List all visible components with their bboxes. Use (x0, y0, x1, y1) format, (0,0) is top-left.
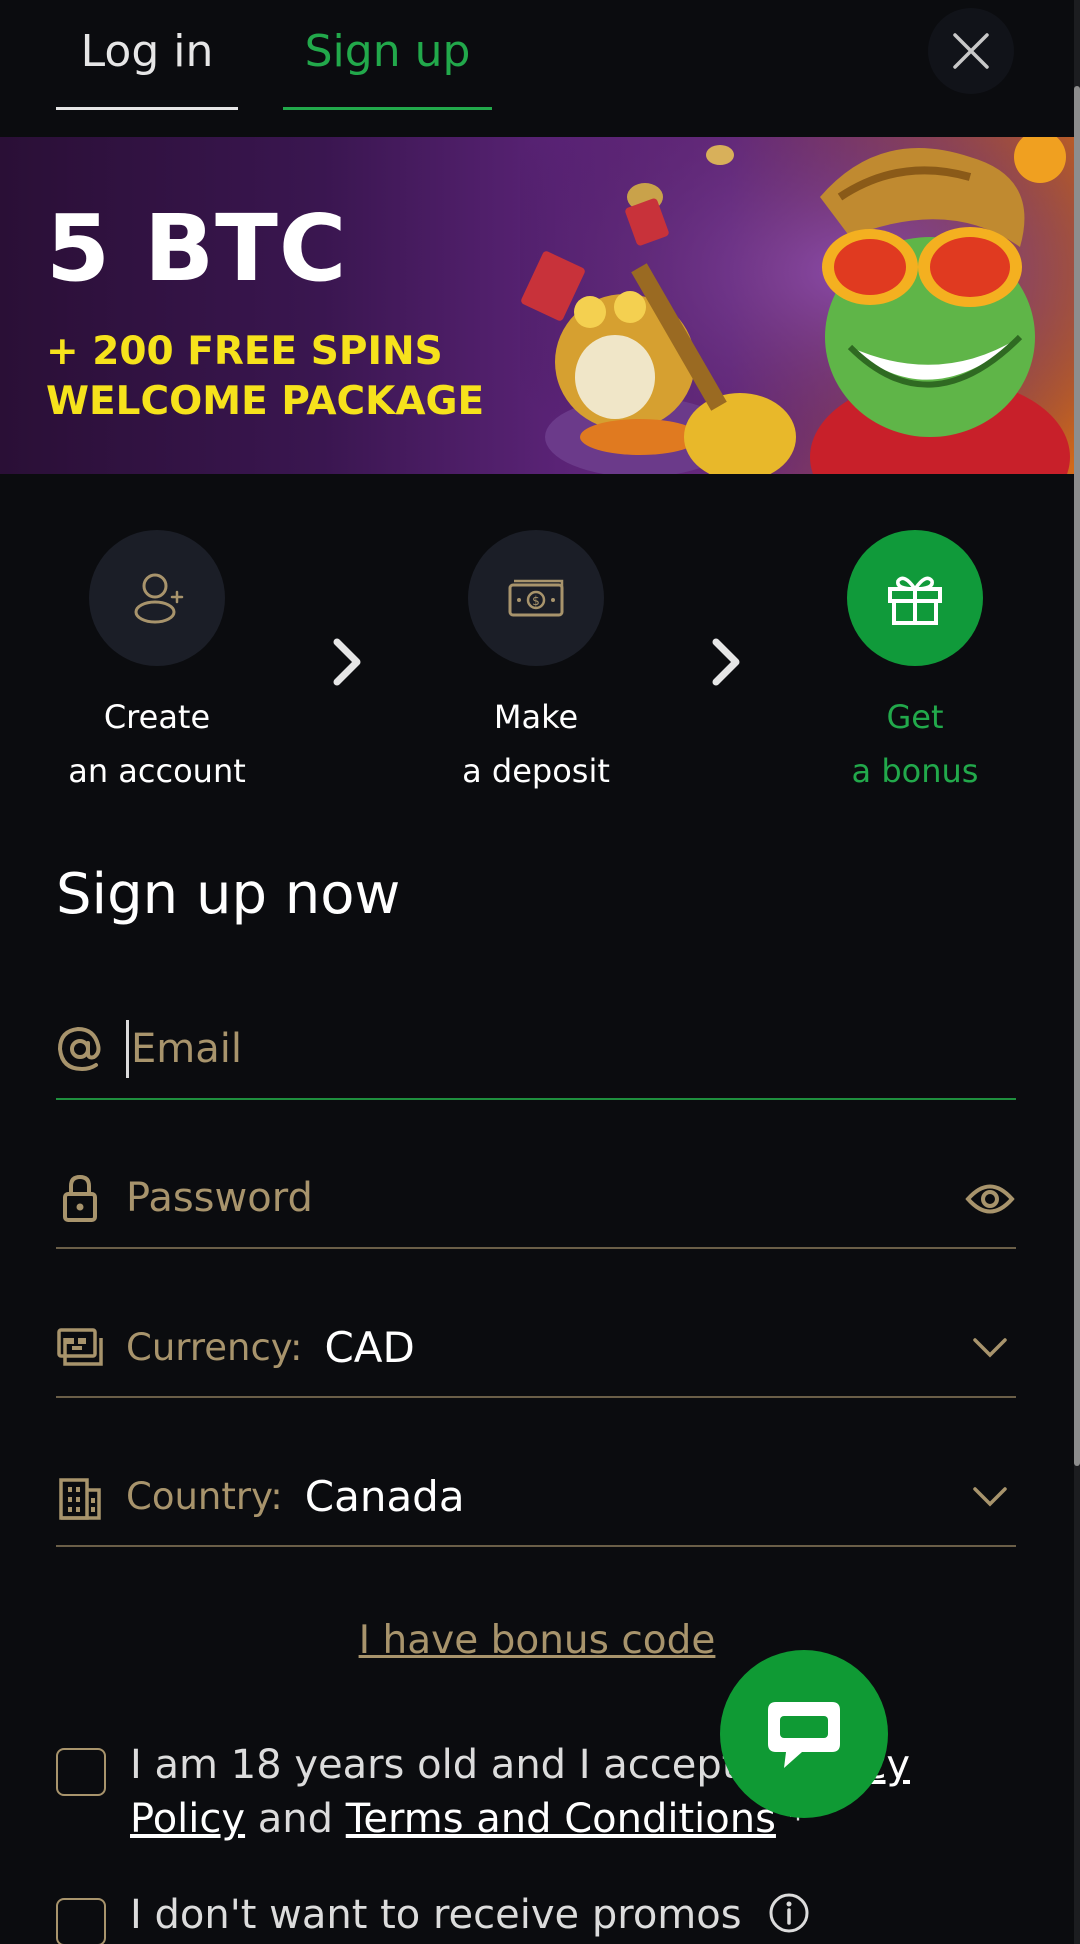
building-icon (56, 1472, 104, 1520)
currency-value: CAD (324, 1322, 415, 1372)
country-value: Canada (304, 1471, 465, 1521)
step-circle (847, 530, 983, 666)
step-label: Get a bonus (775, 690, 1055, 798)
age-terms-consent: I am 18 years old and I accept thicy Pol… (56, 1738, 1056, 1846)
step-circle: $ (468, 530, 604, 666)
svg-text:$: $ (532, 594, 540, 608)
eye-icon (965, 1184, 1015, 1214)
chat-icon (768, 1702, 840, 1768)
step-label-line1: Make (493, 698, 579, 736)
country-select[interactable]: Country: Canada (56, 1447, 1016, 1547)
promos-checkbox[interactable] (56, 1898, 106, 1944)
currency-label: Currency: (126, 1325, 303, 1369)
consent-and-text: and (245, 1796, 346, 1842)
banner-title: 5 BTC (46, 195, 348, 302)
email-field (56, 1000, 1016, 1100)
at-icon (56, 1025, 104, 1073)
banner-illustration (520, 137, 1074, 474)
signup-steps: Create an account $ Make a deposit Get a… (0, 474, 1074, 814)
show-password-button[interactable] (964, 1175, 1016, 1223)
step-label-line2: a bonus (851, 752, 979, 790)
chevron-right-icon (712, 638, 740, 686)
promos-text: I don't want to receive promos (130, 1888, 810, 1942)
step-label-line1: Get (886, 698, 944, 736)
tab-signup[interactable]: Sign up (283, 18, 492, 110)
email-input[interactable] (131, 1026, 891, 1072)
promo-banner[interactable]: 5 BTC + 200 FREE SPINS WELCOME PACKAGE (0, 137, 1074, 474)
auth-tab-bar: Log in Sign up (0, 0, 1074, 137)
step-get-bonus: Get a bonus (775, 530, 1055, 798)
currency-select[interactable]: Currency: CAD (56, 1298, 1016, 1398)
step-circle (89, 530, 225, 666)
lock-icon (56, 1174, 104, 1222)
privacy-policy-link-line2[interactable]: Policy (130, 1796, 245, 1842)
promos-label: I don't want to receive promos (130, 1892, 742, 1938)
chevron-down-icon (973, 1338, 1007, 1358)
banner-subtitle: + 200 FREE SPINS WELCOME PACKAGE (46, 327, 484, 427)
text-caret (126, 1020, 129, 1078)
step-make-deposit: $ Make a deposit (396, 530, 676, 798)
step-label: Make a deposit (396, 690, 676, 798)
banner-line-1: + 200 FREE SPINS (46, 329, 443, 374)
chevron-right-icon (333, 638, 361, 686)
terms-link[interactable]: Terms and Conditions (346, 1796, 776, 1842)
password-input[interactable] (126, 1175, 886, 1221)
country-dropdown-toggle[interactable] (964, 1473, 1016, 1521)
banknote-icon: $ (508, 579, 564, 617)
close-icon (953, 33, 989, 69)
consent-text: I am 18 years old and I accept th (130, 1742, 792, 1788)
age-terms-checkbox[interactable] (56, 1748, 106, 1796)
promos-optout: I don't want to receive promos (56, 1888, 1056, 1944)
step-label-line1: Create (103, 698, 211, 736)
tab-login[interactable]: Log in (56, 18, 238, 110)
bonus-code-link[interactable]: I have bonus code (0, 1618, 1074, 1663)
country-label: Country: (126, 1474, 283, 1518)
info-icon[interactable] (768, 1892, 810, 1934)
page-title: Sign up now (56, 862, 401, 927)
scrollbar-thumb[interactable] (1074, 86, 1080, 1466)
step-label: Create an account (17, 690, 297, 798)
password-field (56, 1149, 1016, 1249)
step-create-account: Create an account (17, 530, 297, 798)
chevron-down-icon (973, 1487, 1007, 1507)
currency-dropdown-toggle[interactable] (964, 1324, 1016, 1372)
step-label-line2: an account (68, 752, 246, 790)
live-chat-button[interactable] (720, 1650, 888, 1818)
step-label-line2: a deposit (462, 752, 610, 790)
user-plus-icon (134, 573, 184, 624)
currency-icon (56, 1323, 104, 1371)
banner-line-2: WELCOME PACKAGE (46, 379, 485, 424)
gift-icon (888, 576, 942, 625)
close-button[interactable] (928, 8, 1014, 94)
